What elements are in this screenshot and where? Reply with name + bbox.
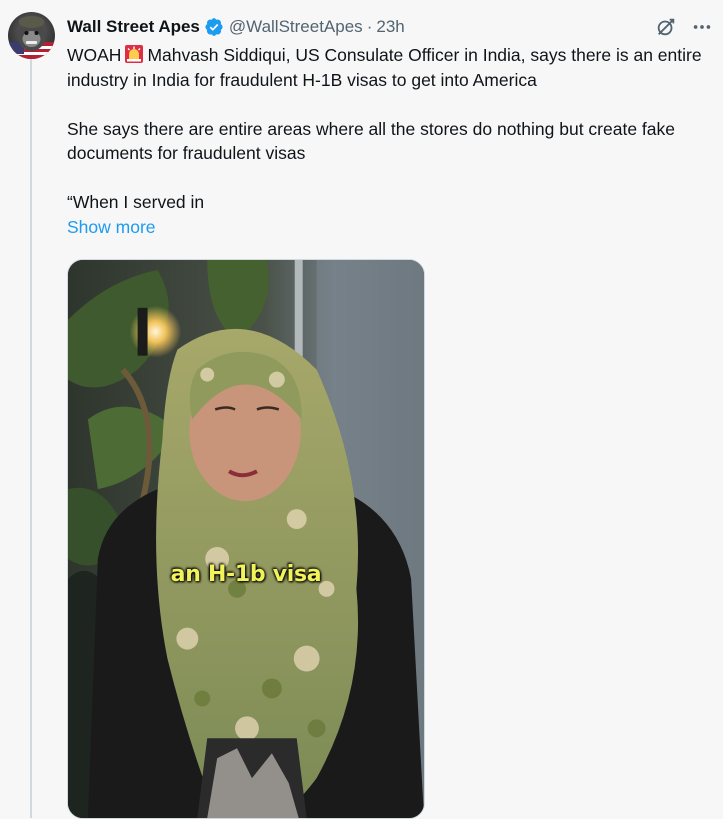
thread-line bbox=[30, 58, 32, 818]
tweet-video[interactable]: an H-1b visa bbox=[67, 259, 425, 819]
more-icon[interactable] bbox=[691, 16, 713, 38]
tweet-header: Wall Street Apes @WallStreetApes · 23h bbox=[67, 16, 713, 38]
tweet-text-main: Mahvash Siddiqui, US Consulate Officer i… bbox=[67, 45, 702, 90]
video-caption: an H-1b visa bbox=[170, 562, 322, 587]
tweet-timestamp[interactable]: 23h bbox=[376, 17, 404, 37]
tweet-text: WOAH Mahvash Siddiqui, US Consulate Offi… bbox=[67, 43, 717, 239]
video-frame-image bbox=[68, 260, 424, 818]
tweet-text-woah: WOAH bbox=[67, 45, 122, 65]
tweet-paragraph-1: WOAH Mahvash Siddiqui, US Consulate Offi… bbox=[67, 43, 717, 92]
header-actions bbox=[655, 16, 713, 38]
author-handle[interactable]: @WallStreetApes bbox=[229, 17, 363, 37]
gorilla-avatar-icon bbox=[8, 16, 55, 59]
verified-badge-icon[interactable] bbox=[204, 17, 224, 37]
siren-emoji-icon bbox=[124, 44, 144, 64]
author-avatar[interactable] bbox=[8, 12, 55, 59]
author-display-name[interactable]: Wall Street Apes bbox=[67, 17, 200, 37]
tweet-paragraph-3: “When I served in bbox=[67, 192, 205, 212]
header-separator: · bbox=[366, 17, 373, 36]
tweet-paragraph-2: She says there are entire areas where al… bbox=[67, 118, 675, 164]
grok-icon[interactable] bbox=[655, 16, 677, 38]
show-more-link[interactable]: Show more bbox=[67, 215, 717, 240]
